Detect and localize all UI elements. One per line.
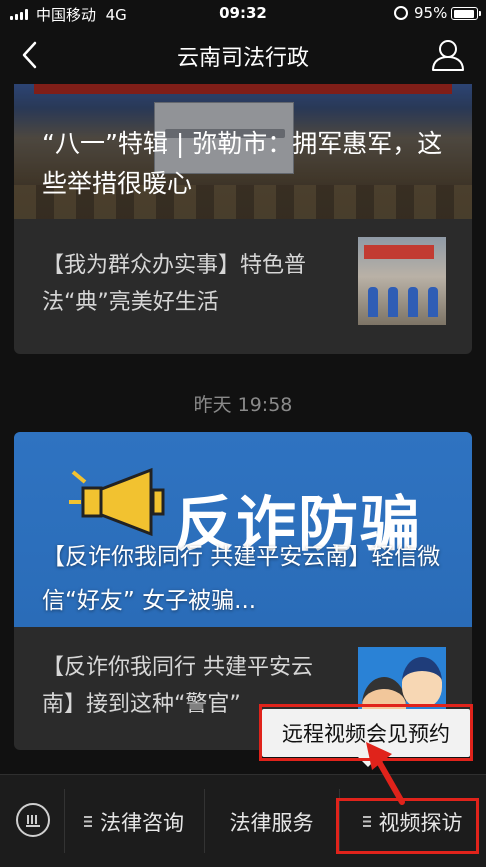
battery-icon [451,7,481,20]
article-card-1[interactable]: “八一”特辑 | 弥勒市：拥军惠军，这些举措很暖心 【我为群众办实事】特色普法“… [14,84,472,354]
article-1-headline[interactable]: “八一”特辑 | 弥勒市：拥军惠军，这些举措很暖心 [42,124,452,204]
article-1-sub-item[interactable]: 【我为群众办实事】特色普法“典”亮美好生活 [14,219,472,354]
menu-item-legal-consult[interactable]: 法律咨询 [64,775,204,867]
bottom-menu-bar: 法律咨询 法律服务 视频探访 [0,774,486,867]
article-2-headline[interactable]: 【反诈你我同行 共建平安云南】轻信微信“好友” 女子被骗... [42,535,462,623]
status-bar: 中国移动 4G 09:32 95% [0,0,486,28]
page-title: 云南司法行政 [176,46,309,71]
menu-item-video-visit[interactable]: 视频探访 [339,775,486,867]
article-card-2[interactable]: 反诈防骗 【反诈你我同行 共建平安云南】轻信微信“好友” 女子被骗... 【反诈… [14,432,472,750]
menu-icon [84,816,92,827]
profile-icon[interactable] [430,38,466,72]
keyboard-icon[interactable] [16,803,50,837]
nav-bar: 云南司法行政 [0,28,486,82]
submenu-popup-item[interactable]: 远程视频会见预约 [262,709,470,767]
menu-item-label: 法律咨询 [100,810,184,835]
menu-item-label: 法律服务 [229,810,314,835]
menu-icon [362,816,371,827]
message-timestamp: 昨天 19:58 [193,394,293,416]
sub-item-title: 【我为群众办实事】特色普法“典”亮美好生活 [42,253,307,315]
menu-item-label: 视频探访 [378,810,463,835]
battery-percent: 95% [414,4,448,22]
alarm-icon [394,6,408,20]
sub-item-thumbnail [358,237,446,325]
menu-item-legal-service[interactable]: 法律服务 [204,775,339,867]
